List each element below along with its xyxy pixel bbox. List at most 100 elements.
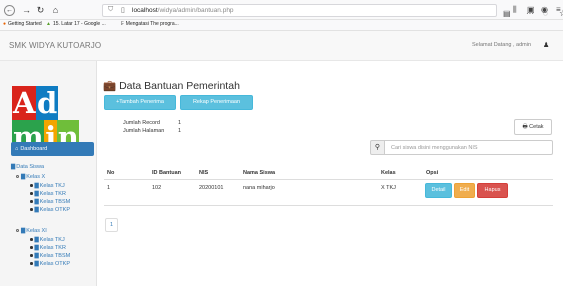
url-text[interactable]: localhost/widya/admin/bantuan.php: [132, 7, 234, 14]
col-header-kelas: Kelas: [381, 170, 396, 176]
shield-icon: ⛉: [108, 6, 114, 13]
bullet-disc: [30, 200, 33, 203]
menu-kelas-xi[interactable]: ▇Kelas XI: [16, 228, 47, 234]
briefcase-icon: ▇: [21, 174, 26, 180]
bullet-disc: [30, 262, 33, 265]
menu-label: Kelas TKJ: [39, 183, 65, 189]
print-icon: 🖶: [522, 124, 528, 130]
page-count-label: Jumlah Halaman: [123, 128, 165, 134]
sidebar-toggle-icon[interactable]: ▣: [527, 5, 535, 14]
bullet-disc: [30, 208, 33, 211]
browser-toolbar: ← → ↻ ⌂ ⛉ ▯ localhost/widya/admin/bantua…: [0, 0, 563, 20]
menu-kelas-x[interactable]: ▇Kelas X: [16, 174, 45, 180]
reader-view-icon[interactable]: ▤: [503, 9, 511, 18]
cell-no: 1: [107, 185, 111, 191]
bookmark-label: Getting Started: [8, 21, 42, 27]
menu-label: Kelas XI: [26, 228, 47, 234]
bookmark-mengatasi[interactable]: ₣ Mengatasi The progra...: [121, 21, 179, 27]
table-row-divider: [104, 205, 553, 206]
search-icon: ⚲: [370, 140, 385, 155]
hamburger-menu-icon[interactable]: ≡: [556, 5, 561, 14]
menu-kelas-xi-tkj[interactable]: ▇Kelas TKJ: [30, 237, 65, 243]
page-count-value: 1: [178, 128, 182, 134]
bookmark-label: 15. Latar 17 - Google ...: [52, 21, 106, 27]
menu-kelas-x-tkr[interactable]: ▇Kelas TKR: [30, 191, 66, 197]
bullet-circle: [16, 229, 19, 233]
page-title-text: Data Bantuan Pemerintah: [119, 80, 240, 92]
welcome-text[interactable]: Selamat Datang , admin: [472, 42, 531, 48]
briefcase-icon: ▇: [34, 237, 39, 243]
menu-label: Data Siswa: [16, 164, 45, 170]
col-header-id-bantuan: ID Bantuan: [152, 170, 182, 176]
reload-icon[interactable]: ↻: [35, 5, 46, 16]
pagination-page-1[interactable]: 1: [105, 218, 118, 232]
admin-logo: Admin: [12, 86, 86, 154]
print-label: Cetak: [529, 124, 544, 130]
menu-label: Kelas OTKP: [39, 207, 70, 213]
menu-kelas-x-tkj[interactable]: ▇Kelas TKJ: [30, 183, 65, 189]
search-input[interactable]: [384, 140, 553, 155]
url-base: localhost: [132, 7, 158, 14]
bullet-disc: [30, 246, 33, 249]
page-info-icon[interactable]: ▯: [121, 6, 125, 14]
col-header-nama-siswa: Nama Siswa: [243, 170, 276, 176]
dashboard-button[interactable]: ⌂ Dashboard: [11, 142, 94, 156]
menu-kelas-xi-tkr[interactable]: ▇Kelas TKR: [30, 245, 66, 251]
briefcase-icon: 💼: [103, 80, 117, 92]
address-bar[interactable]: ⛉ ▯ localhost/widya/admin/bantuan.php ▤ …: [102, 4, 563, 18]
forward-icon[interactable]: →: [21, 5, 32, 16]
briefcase-icon: ▇: [21, 228, 26, 234]
bullet-disc: [30, 184, 33, 187]
bullet-disc: [30, 238, 33, 241]
menu-label: Kelas TKR: [39, 245, 66, 251]
record-count-value: 1: [178, 120, 182, 126]
menu-label: Kelas TKJ: [39, 237, 65, 243]
account-icon[interactable]: ◉: [541, 5, 548, 14]
bullet-disc: [30, 254, 33, 257]
bookmark-getting-started[interactable]: ● Getting Started: [3, 21, 42, 27]
print-button[interactable]: 🖶 Cetak: [514, 119, 552, 135]
cell-id-bantuan: 102: [152, 185, 162, 191]
briefcase-icon: ▇: [34, 199, 39, 205]
home-icon: ⌂: [15, 146, 19, 152]
briefcase-icon: ▇: [34, 261, 39, 267]
menu-kelas-x-otkp[interactable]: ▇Kelas OTKP: [30, 207, 70, 213]
menu-kelas-xi-tbsm[interactable]: ▇Kelas TBSM: [30, 253, 70, 259]
col-header-no: No: [107, 170, 115, 176]
library-icon[interactable]: ⫼: [513, 5, 517, 15]
menu-kelas-x-tbsm[interactable]: ▇Kelas TBSM: [30, 199, 70, 205]
dashboard-label: Dashboard: [20, 146, 48, 152]
home-icon[interactable]: ⌂: [50, 5, 61, 16]
table-header-divider: [104, 179, 553, 180]
drive-icon: ▲: [46, 21, 51, 27]
bookmark-label: Mengatasi The progra...: [125, 21, 179, 27]
bookmarks-toolbar: ● Getting Started ▲ 15. Latar 17 - Google …: [0, 20, 563, 31]
bookmark-google[interactable]: ▲ 15. Latar 17 - Google ...: [46, 21, 106, 27]
menu-label: Kelas TBSM: [39, 253, 71, 259]
briefcase-icon: ▇: [34, 207, 39, 213]
recap-button[interactable]: Rekap Penerimaan: [180, 95, 253, 110]
briefcase-icon: ▇: [34, 183, 39, 189]
user-icon[interactable]: ♟: [543, 41, 549, 49]
edit-button[interactable]: Edit: [454, 183, 475, 198]
menu-label: Kelas OTKP: [39, 261, 70, 267]
briefcase-icon: ▇: [34, 191, 39, 197]
menu-label: Kelas TBSM: [39, 199, 71, 205]
url-path: /widya/admin/bantuan.php: [157, 7, 234, 14]
menu-label: Kelas TKR: [39, 191, 66, 197]
briefcase-icon: ▇: [34, 253, 39, 259]
briefcase-icon: ▇: [34, 245, 39, 251]
bullet-disc: [30, 192, 33, 195]
detail-button[interactable]: Detail: [425, 183, 452, 198]
brand[interactable]: SMK WIDYA KUTOARJO: [9, 41, 101, 50]
menu-kelas-xi-otkp[interactable]: ▇Kelas OTKP: [30, 261, 70, 267]
bullet-circle: [16, 175, 19, 179]
menu-data-siswa[interactable]: ▇Data Siswa: [11, 164, 44, 170]
delete-button[interactable]: Hapus: [477, 183, 508, 198]
add-recipient-button[interactable]: +Tambah Penerima: [104, 95, 176, 110]
page-icon: ₣: [121, 21, 124, 27]
record-count-label: Jumlah Record: [123, 120, 160, 126]
menu-label: Kelas X: [26, 174, 46, 180]
back-icon[interactable]: ←: [4, 5, 15, 16]
cell-nis: 20200101: [199, 185, 224, 191]
